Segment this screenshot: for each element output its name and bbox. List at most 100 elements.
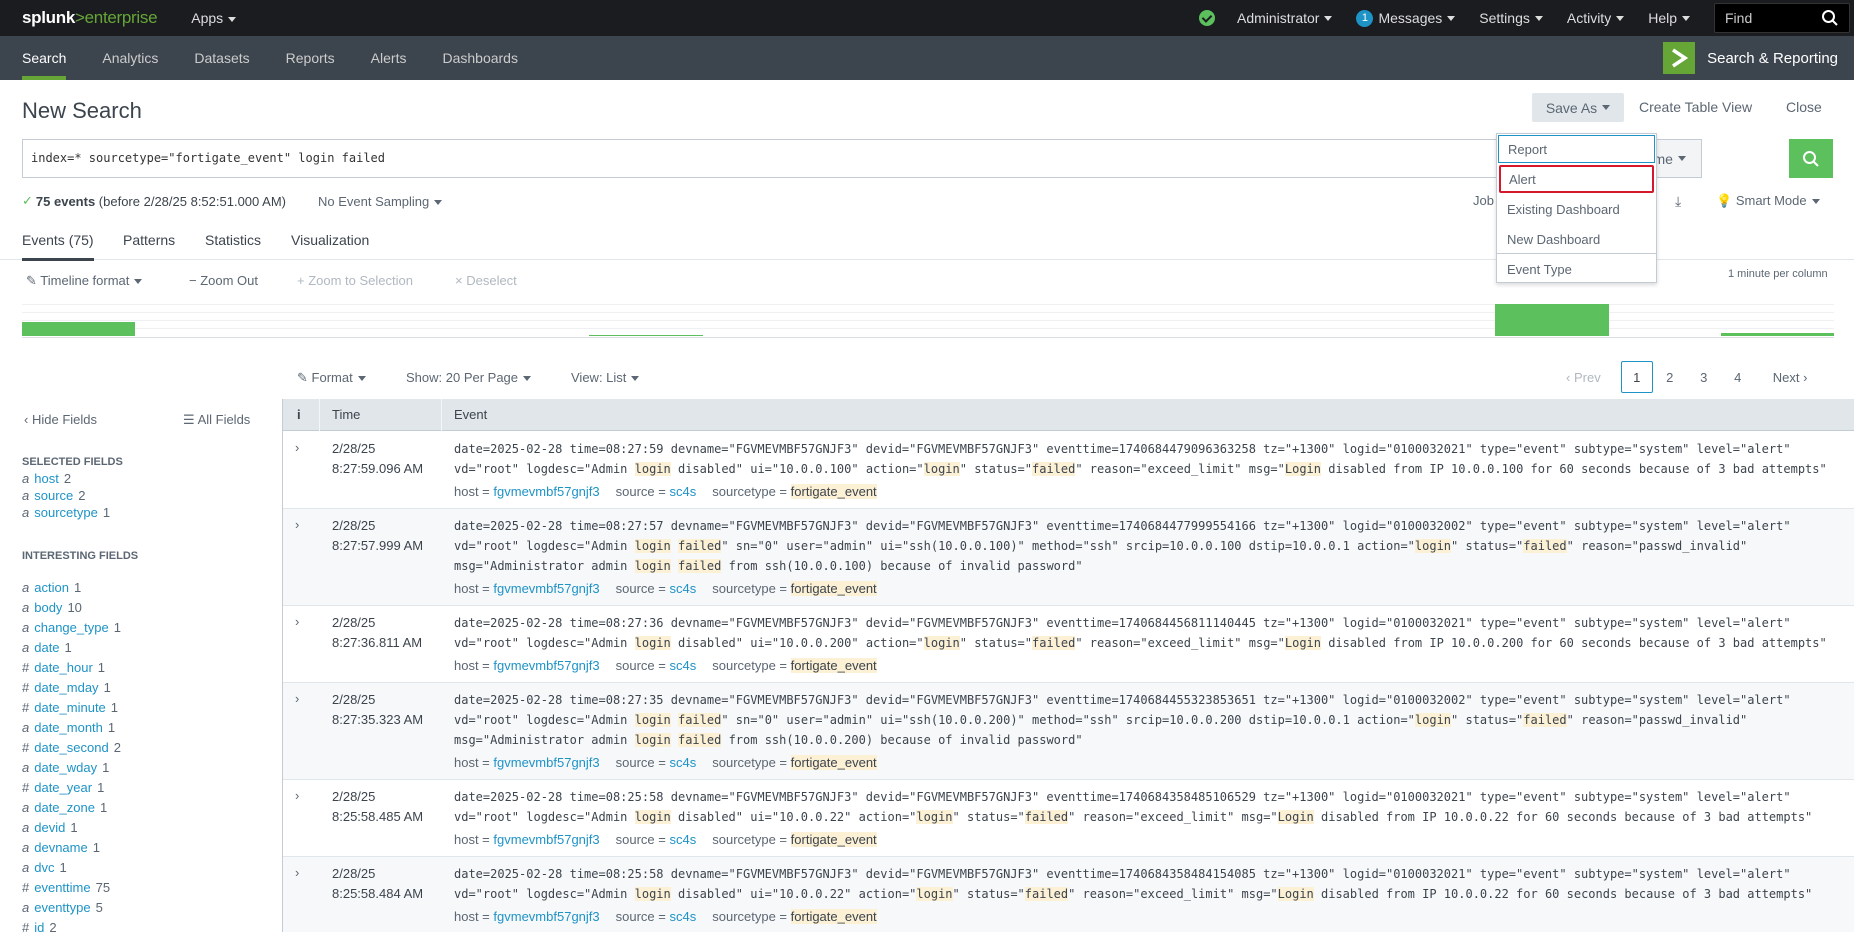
messages-menu[interactable]: 1 Messages: [1356, 9, 1456, 27]
app-tab-reports[interactable]: Reports: [268, 36, 353, 80]
field-body[interactable]: a body 10: [22, 600, 82, 615]
tab-events[interactable]: Events (75): [22, 232, 94, 261]
search-term-highlight[interactable]: login: [1414, 713, 1452, 727]
zoom-to-selection-button[interactable]: + Zoom to Selection: [297, 273, 413, 288]
search-term-highlight[interactable]: Login: [1277, 810, 1314, 824]
expand-chevron-icon[interactable]: ›: [295, 440, 299, 455]
search-query-input[interactable]: index=* sourcetype="fortigate_event" log…: [23, 140, 1611, 177]
field-date-minute[interactable]: # date_minute 1: [22, 700, 118, 715]
field-date-zone[interactable]: a date_zone 1: [22, 800, 107, 815]
search-term-highlight[interactable]: failed: [1032, 636, 1076, 650]
source-value[interactable]: sc4s: [670, 658, 697, 673]
page-1-button[interactable]: 1: [1620, 361, 1653, 393]
field-date-year[interactable]: # date_year 1: [22, 780, 104, 795]
search-term-highlight[interactable]: login: [634, 462, 671, 476]
timeline-bar[interactable]: [1721, 333, 1834, 336]
zoom-out-button[interactable]: − Zoom Out: [189, 273, 258, 288]
field-date-wday[interactable]: a date_wday 1: [22, 760, 109, 775]
expand-chevron-icon[interactable]: ›: [295, 517, 299, 532]
app-title[interactable]: Search & Reporting: [1663, 42, 1838, 74]
search-term-highlight[interactable]: login: [634, 636, 671, 650]
search-term-highlight[interactable]: login: [634, 713, 671, 727]
find-input[interactable]: Find: [1714, 3, 1850, 33]
page-3-button[interactable]: 3: [1687, 361, 1721, 393]
health-status-icon[interactable]: [1198, 10, 1215, 26]
next-page-button[interactable]: Next ›: [1769, 361, 1812, 393]
field-change-type[interactable]: a change_type 1: [22, 620, 121, 635]
field-dvc[interactable]: a dvc 1: [22, 860, 67, 875]
tab-visualization[interactable]: Visualization: [291, 232, 369, 248]
search-term-highlight[interactable]: failed: [677, 713, 722, 727]
splunk-logo[interactable]: splunk>enterprise: [22, 8, 158, 28]
search-term-highlight[interactable]: login: [634, 810, 671, 824]
app-tab-search[interactable]: Search: [4, 36, 84, 80]
search-term-highlight[interactable]: login: [634, 733, 671, 747]
search-term-highlight[interactable]: failed: [1024, 810, 1069, 824]
search-term-highlight[interactable]: failed: [1032, 462, 1076, 476]
field-devid[interactable]: a devid 1: [22, 820, 78, 835]
sourcetype-value[interactable]: fortigate_event: [790, 755, 877, 770]
save-as-event-type-item[interactable]: Event Type: [1497, 255, 1656, 283]
activity-menu[interactable]: Activity: [1567, 10, 1625, 26]
search-term-highlight[interactable]: Login: [1284, 636, 1321, 650]
save-as-existing-dashboard-item[interactable]: Existing Dashboard: [1497, 195, 1656, 223]
event-time[interactable]: 2/28/25 8:27:36.811 AM: [332, 613, 422, 653]
close-link[interactable]: Close: [1786, 99, 1822, 115]
search-term-highlight[interactable]: login: [634, 539, 671, 553]
field-devname[interactable]: a devname 1: [22, 840, 100, 855]
field-source[interactable]: a source 2: [22, 488, 86, 503]
app-tab-analytics[interactable]: Analytics: [84, 36, 176, 80]
timeline-format-menu[interactable]: ✎ Timeline format: [26, 273, 143, 289]
search-term-highlight[interactable]: login: [1414, 539, 1452, 553]
download-icon[interactable]: ⤓: [1675, 193, 1681, 210]
source-value[interactable]: sc4s: [670, 581, 697, 596]
deselect-button[interactable]: × Deselect: [455, 273, 517, 288]
expand-chevron-icon[interactable]: ›: [295, 788, 299, 803]
timeline-bar[interactable]: [1495, 304, 1609, 336]
field-date-second[interactable]: # date_second 2: [22, 740, 121, 755]
host-value[interactable]: fgvmevmbf57gnjf3: [493, 755, 599, 770]
host-value[interactable]: fgvmevmbf57gnjf3: [493, 484, 599, 499]
page-4-button[interactable]: 4: [1721, 361, 1755, 393]
event-time[interactable]: 2/28/25 8:25:58.485 AM: [332, 787, 423, 827]
search-term-highlight[interactable]: failed: [677, 733, 722, 747]
timeline-bar[interactable]: [589, 335, 703, 336]
save-as-new-dashboard-item[interactable]: New Dashboard: [1497, 225, 1656, 253]
search-mode-menu[interactable]: 💡 Smart Mode: [1716, 193, 1820, 209]
search-term-highlight[interactable]: login: [634, 887, 671, 901]
app-tab-datasets[interactable]: Datasets: [176, 36, 267, 80]
per-page-menu[interactable]: Show: 20 Per Page: [406, 370, 532, 385]
search-term-highlight[interactable]: login: [923, 636, 960, 650]
search-term-highlight[interactable]: login: [916, 810, 953, 824]
search-term-highlight[interactable]: failed: [677, 539, 722, 553]
source-value[interactable]: sc4s: [670, 755, 697, 770]
search-term-highlight[interactable]: Login: [1277, 887, 1314, 901]
sourcetype-value[interactable]: fortigate_event: [790, 484, 877, 499]
event-time[interactable]: 2/28/25 8:27:57.999 AM: [332, 516, 423, 556]
save-as-alert-item[interactable]: Alert: [1499, 165, 1654, 193]
app-tab-dashboards[interactable]: Dashboards: [424, 36, 536, 80]
host-value[interactable]: fgvmevmbf57gnjf3: [493, 832, 599, 847]
host-value[interactable]: fgvmevmbf57gnjf3: [493, 581, 599, 596]
sourcetype-value[interactable]: fortigate_event: [790, 581, 877, 596]
source-value[interactable]: sc4s: [670, 484, 697, 499]
search-term-highlight[interactable]: login: [916, 887, 953, 901]
prev-page-button[interactable]: ‹ Prev: [1562, 361, 1605, 393]
field-sourcetype[interactable]: a sourcetype 1: [22, 505, 110, 520]
tab-statistics[interactable]: Statistics: [205, 232, 261, 248]
event-sampling-menu[interactable]: No Event Sampling: [318, 194, 443, 209]
time-column-header[interactable]: Time: [332, 407, 360, 422]
search-term-highlight[interactable]: Login: [1284, 462, 1321, 476]
sourcetype-value[interactable]: fortigate_event: [790, 658, 877, 673]
create-table-view-link[interactable]: Create Table View: [1639, 99, 1752, 115]
timeline-chart[interactable]: [22, 300, 1834, 338]
source-value[interactable]: sc4s: [670, 909, 697, 924]
search-term-highlight[interactable]: failed: [1523, 539, 1567, 553]
field-date-hour[interactable]: # date_hour 1: [22, 660, 105, 675]
event-time[interactable]: 2/28/25 8:27:35.323 AM: [332, 690, 423, 730]
field-date-mday[interactable]: # date_mday 1: [22, 680, 111, 695]
search-submit-button[interactable]: [1789, 139, 1833, 178]
field-date[interactable]: a date 1: [22, 640, 72, 655]
field-eventtype[interactable]: a eventtype 5: [22, 900, 103, 915]
all-fields-button[interactable]: ☰ All Fields: [183, 412, 250, 428]
